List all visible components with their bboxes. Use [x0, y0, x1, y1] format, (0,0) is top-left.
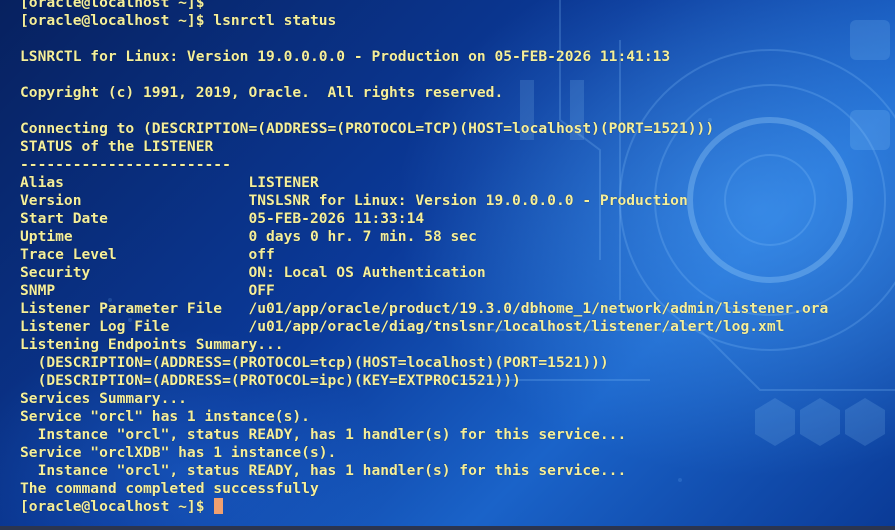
terminal-line: SNMP OFF: [20, 282, 275, 299]
terminal-line: Alias LISTENER: [20, 174, 319, 191]
window-bottom-edge: [0, 526, 895, 530]
terminal-window[interactable]: [oracle@localhost ~]$ [oracle@localhost ~…: [0, 0, 895, 530]
terminal-prompt-line[interactable]: [oracle@localhost ~]$: [20, 498, 895, 516]
terminal-line: Copyright (c) 1991, 2019, Oracle. All ri…: [20, 84, 504, 101]
terminal-line: Listener Log File /u01/app/oracle/diag/t…: [20, 318, 785, 335]
terminal-line: Trace Level off: [20, 246, 275, 263]
terminal-line: Instance "orcl", status READY, has 1 han…: [20, 426, 627, 443]
text-cursor: [214, 498, 224, 514]
terminal-line: (DESCRIPTION=(ADDRESS=(PROTOCOL=tcp)(HOS…: [20, 354, 609, 371]
terminal-line: LSNRCTL for Linux: Version 19.0.0.0.0 - …: [20, 48, 671, 65]
terminal-line: Connecting to (DESCRIPTION=(ADDRESS=(PRO…: [20, 120, 715, 137]
shell-prompt: [oracle@localhost ~]$: [20, 498, 214, 515]
terminal-line: [oracle@localhost ~]$ lsnrctl status: [20, 12, 337, 29]
terminal-line: Instance "orcl", status READY, has 1 han…: [20, 462, 627, 479]
terminal-line: Service "orclXDB" has 1 instance(s).: [20, 444, 337, 461]
terminal-line: Start Date 05-FEB-2026 11:33:14: [20, 210, 425, 227]
terminal-line: Services Summary...: [20, 390, 187, 407]
terminal-line: STATUS of the LISTENER: [20, 138, 214, 155]
terminal-line: ------------------------: [20, 156, 231, 173]
terminal-output[interactable]: [oracle@localhost ~]$ [oracle@localhost ~…: [0, 0, 895, 516]
terminal-line: Service "orcl" has 1 instance(s).: [20, 408, 310, 425]
terminal-line: (DESCRIPTION=(ADDRESS=(PROTOCOL=ipc)(KEY…: [20, 372, 521, 389]
terminal-line: Version TNSLSNR for Linux: Version 19.0.…: [20, 192, 688, 209]
terminal-line: Listener Parameter File /u01/app/oracle/…: [20, 300, 829, 317]
terminal-line: Listening Endpoints Summary...: [20, 336, 284, 353]
terminal-line: The command completed successfully: [20, 480, 319, 497]
terminal-line: Uptime 0 days 0 hr. 7 min. 58 sec: [20, 228, 477, 245]
terminal-line: Security ON: Local OS Authentication: [20, 264, 486, 281]
terminal-line: [oracle@localhost ~]$: [20, 0, 205, 11]
